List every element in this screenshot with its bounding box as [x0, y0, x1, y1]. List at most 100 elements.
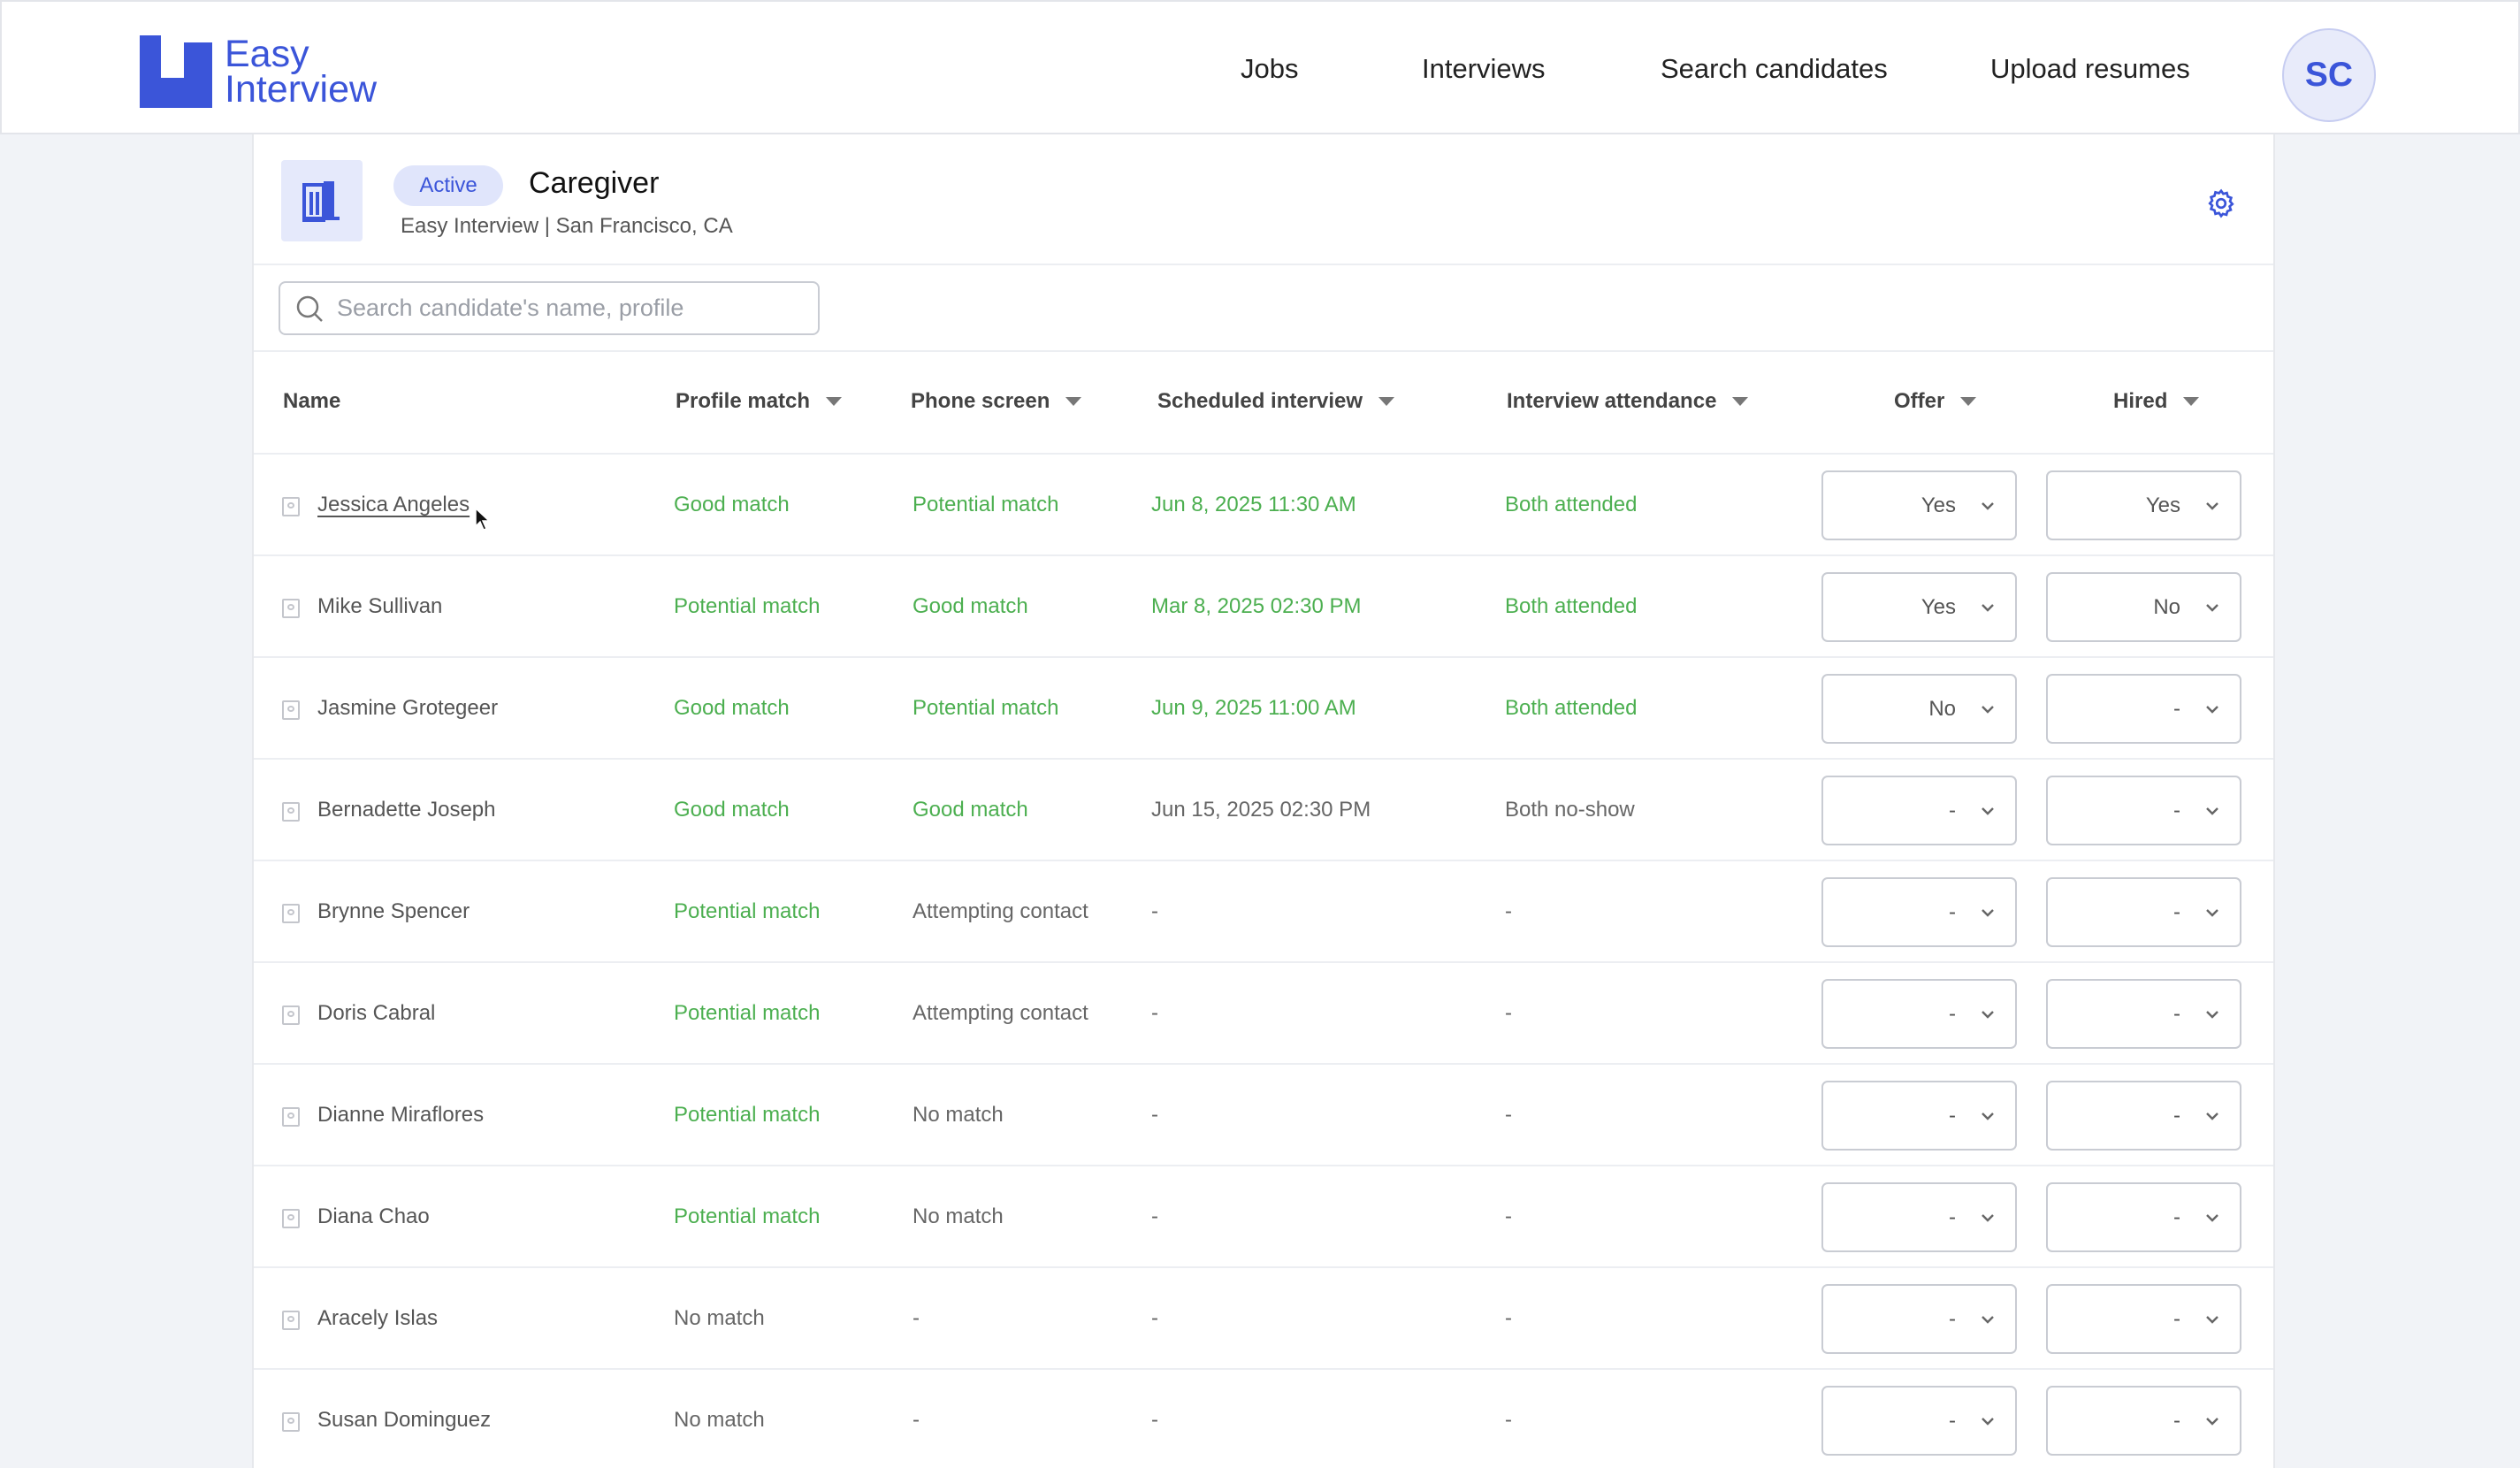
interview-attendance-value: Both no-show	[1505, 798, 1635, 822]
candidate-search-input[interactable]	[337, 294, 797, 322]
sort-caret-icon[interactable]	[1065, 397, 1082, 406]
hired-dropdown[interactable]: -	[2046, 1284, 2241, 1354]
hired-dropdown[interactable]: -	[2046, 1386, 2241, 1456]
candidate-profile-icon	[282, 700, 300, 720]
scheduled-interview-value: Jun 8, 2025 11:30 AM	[1151, 493, 1356, 516]
offer-dropdown[interactable]: Yes	[1821, 470, 2017, 540]
offer-dropdown[interactable]: -	[1821, 877, 2017, 947]
offer-dropdown-value: -	[1949, 1104, 1956, 1128]
table-row[interactable]: Jessica Angeles Good match Potential match…	[254, 455, 2273, 556]
hired-dropdown-value: -	[2173, 799, 2180, 822]
column-label: Offer	[1894, 389, 1945, 413]
table-row[interactable]: Dianne Miraflores Potential match No match…	[254, 1065, 2273, 1166]
table-row[interactable]: Doris Cabral Potential match Attempting co…	[254, 963, 2273, 1065]
column-label: Phone screen	[911, 389, 1050, 413]
nav-upload-resumes[interactable]: Upload resumes	[1990, 53, 2190, 85]
scheduled-interview-value: -	[1151, 1306, 1158, 1330]
hired-dropdown-value: -	[2173, 697, 2180, 721]
candidate-name-link[interactable]: Doris Cabral	[317, 1001, 435, 1026]
column-header-name[interactable]: Name	[283, 389, 340, 414]
nav-interviews[interactable]: Interviews	[1422, 53, 1546, 85]
interview-attendance-value: Both attended	[1505, 594, 1638, 618]
offer-dropdown[interactable]: No	[1821, 674, 2017, 744]
app-logo[interactable]: Easy Interview	[140, 35, 377, 109]
scheduled-interview-value: -	[1151, 1103, 1158, 1127]
sort-caret-icon[interactable]	[1378, 397, 1395, 406]
hired-dropdown[interactable]: Yes	[2046, 470, 2241, 540]
hired-dropdown[interactable]: -	[2046, 674, 2241, 744]
profile-match-value: Potential match	[674, 1103, 821, 1127]
chevron-down-icon	[2205, 906, 2219, 921]
nav-jobs[interactable]: Jobs	[1241, 53, 1298, 85]
sort-caret-icon[interactable]	[826, 397, 843, 406]
table-row[interactable]: Bernadette Joseph Good match Good match Jun…	[254, 760, 2273, 861]
table-row[interactable]: Mike Sullivan Potential match Good match Ma…	[254, 556, 2273, 658]
column-label: Scheduled interview	[1157, 389, 1363, 413]
scheduled-interview-value: -	[1151, 1001, 1158, 1025]
chevron-down-icon	[1981, 702, 1995, 718]
offer-dropdown[interactable]: -	[1821, 1081, 2017, 1151]
chevron-down-icon	[2205, 600, 2219, 616]
sort-caret-icon[interactable]	[1732, 397, 1749, 406]
user-avatar[interactable]: SC	[2282, 28, 2376, 122]
table-row[interactable]: Jasmine Grotegeer Good match Potential mat…	[254, 658, 2273, 760]
hired-dropdown[interactable]: -	[2046, 1182, 2241, 1252]
profile-match-value: Good match	[674, 696, 790, 720]
interview-attendance-value: Both attended	[1505, 696, 1638, 720]
interview-attendance-value: -	[1505, 1001, 1512, 1025]
interview-attendance-value: -	[1505, 899, 1512, 923]
offer-dropdown[interactable]: -	[1821, 1284, 2017, 1354]
candidate-name-link[interactable]: Aracely Islas	[317, 1306, 438, 1331]
table-row[interactable]: Susan Dominguez No match - - - - -	[254, 1370, 2273, 1468]
candidate-name-link[interactable]: Bernadette Joseph	[317, 798, 495, 822]
candidate-name-link[interactable]: Jessica Angeles	[317, 493, 470, 517]
candidate-name-link[interactable]: Mike Sullivan	[317, 594, 442, 619]
column-header-profile-match[interactable]: Profile match	[676, 389, 843, 414]
offer-dropdown[interactable]: -	[1821, 1386, 2017, 1456]
candidate-name-link[interactable]: Diana Chao	[317, 1204, 430, 1229]
candidate-name-link[interactable]: Jasmine Grotegeer	[317, 696, 498, 721]
sort-caret-icon[interactable]	[1960, 397, 1977, 406]
interview-attendance-value: -	[1505, 1306, 1512, 1330]
candidate-search-box[interactable]	[279, 281, 820, 335]
offer-dropdown-value: -	[1949, 900, 1956, 924]
hired-dropdown[interactable]: No	[2046, 572, 2241, 642]
nav-search-candidates[interactable]: Search candidates	[1661, 53, 1888, 85]
candidate-name-link[interactable]: Susan Dominguez	[317, 1408, 491, 1433]
column-header-hired[interactable]: Hired	[2113, 389, 2200, 414]
sort-caret-icon[interactable]	[2183, 397, 2200, 406]
phone-screen-value: Potential match	[913, 493, 1059, 516]
offer-dropdown[interactable]: -	[1821, 776, 2017, 845]
phone-screen-value: -	[913, 1408, 920, 1432]
column-header-interview-attendance[interactable]: Interview attendance	[1507, 389, 1749, 414]
column-header-offer[interactable]: Offer	[1894, 389, 1977, 414]
hired-dropdown[interactable]: -	[2046, 877, 2241, 947]
phone-screen-value: No match	[913, 1204, 1004, 1228]
candidate-name-link[interactable]: Dianne Miraflores	[317, 1103, 484, 1128]
hired-dropdown[interactable]: -	[2046, 1081, 2241, 1151]
top-navigation-bar: Easy Interview Jobs Interviews Search ca…	[0, 0, 2520, 134]
chevron-down-icon	[1981, 1414, 1995, 1430]
table-row[interactable]: Aracely Islas No match - - - - -	[254, 1268, 2273, 1370]
interview-attendance-value: -	[1505, 1204, 1512, 1228]
hired-dropdown-value: No	[2153, 595, 2180, 619]
column-header-phone-screen[interactable]: Phone screen	[911, 389, 1082, 414]
chevron-down-icon	[2205, 1109, 2219, 1125]
job-subtitle: Easy Interview | San Francisco, CA	[401, 214, 733, 238]
logo-mark-icon	[140, 35, 212, 108]
offer-dropdown[interactable]: -	[1821, 1182, 2017, 1252]
column-label: Hired	[2113, 389, 2168, 413]
candidate-name-link[interactable]: Brynne Spencer	[317, 899, 470, 924]
hired-dropdown-value: -	[2173, 900, 2180, 924]
offer-dropdown[interactable]: Yes	[1821, 572, 2017, 642]
offer-dropdown[interactable]: -	[1821, 979, 2017, 1049]
chevron-down-icon	[1981, 906, 1995, 921]
column-header-scheduled-interview[interactable]: Scheduled interview	[1157, 389, 1395, 414]
settings-gear-icon[interactable]	[2205, 187, 2237, 219]
hired-dropdown[interactable]: -	[2046, 979, 2241, 1049]
hired-dropdown[interactable]: -	[2046, 776, 2241, 845]
table-row[interactable]: Diana Chao Potential match No match - - - -	[254, 1166, 2273, 1268]
table-row[interactable]: Brynne Spencer Potential match Attempting …	[254, 861, 2273, 963]
profile-match-value: Good match	[674, 493, 790, 516]
column-label: Profile match	[676, 389, 811, 413]
